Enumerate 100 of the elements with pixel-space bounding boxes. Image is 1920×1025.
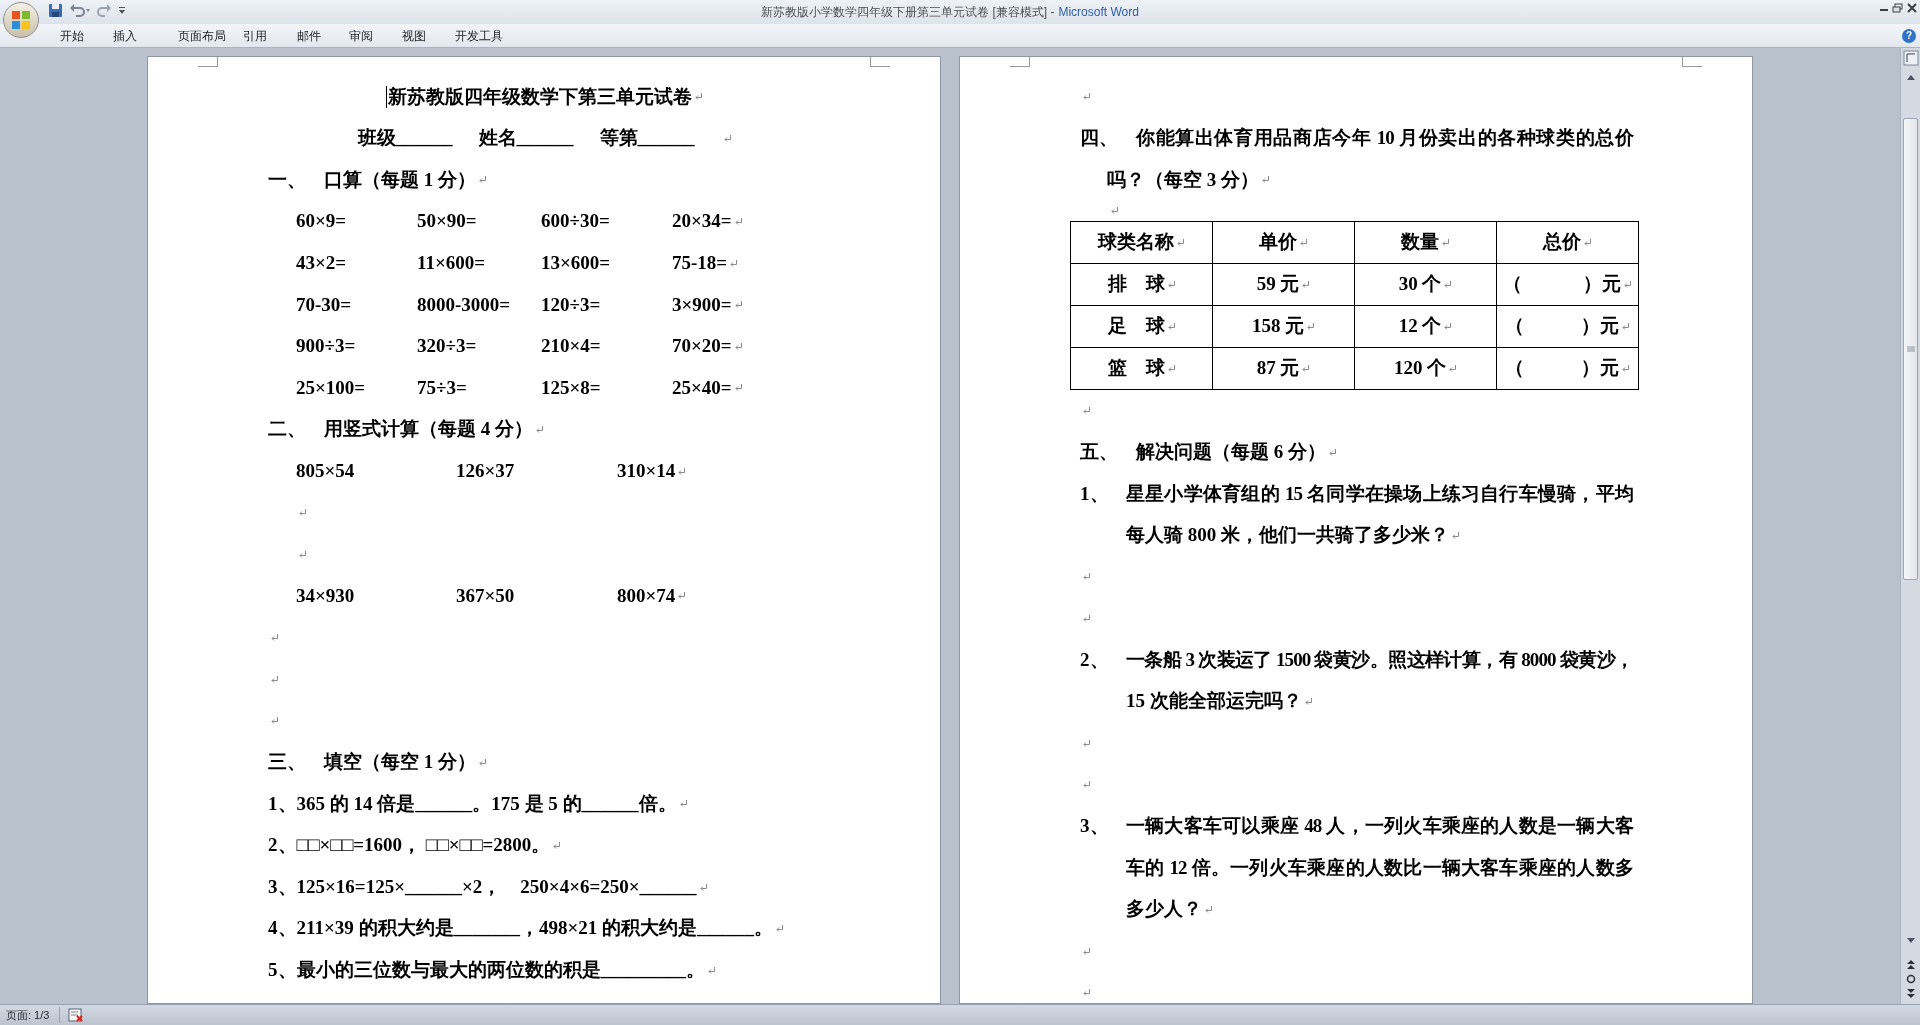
ribbon-tab[interactable]: 插入	[111, 26, 176, 45]
next-page-icon[interactable]	[1905, 988, 1916, 1000]
table-cell: 足 球	[1071, 305, 1213, 348]
paragraph-mark-icon	[1306, 321, 1316, 331]
ribbon-tab[interactable]: 开发工具	[453, 26, 533, 45]
paragraph-mark-icon	[1166, 279, 1176, 289]
restore-icon[interactable]	[1892, 3, 1904, 13]
browse-object-icon[interactable]	[1905, 974, 1916, 984]
paragraph-mark-icon	[1583, 237, 1592, 247]
section-heading: 口算（每题 1 分）	[324, 167, 476, 192]
paragraph-mark-icon	[1303, 697, 1313, 707]
question-text: 15 次能全部运完吗？	[1126, 689, 1302, 714]
math-problem: 60×9=	[296, 209, 347, 234]
section-number: 二、	[268, 417, 307, 442]
paragraph-mark-icon	[1621, 321, 1630, 331]
math-problem: 3×900=	[672, 292, 732, 317]
paragraph-mark-icon	[1082, 946, 1091, 956]
math-problem: 120÷3=	[541, 292, 601, 317]
math-problem: 805×54	[296, 458, 355, 483]
paragraph-mark-icon	[1299, 237, 1308, 247]
paragraph-mark-icon	[729, 258, 739, 268]
question-number: 2、	[1080, 647, 1110, 672]
paragraph-mark-icon	[1176, 237, 1185, 247]
paragraph-mark-icon	[677, 466, 687, 476]
paragraph-mark-icon	[1451, 530, 1460, 540]
math-problem: 20×34=	[672, 209, 732, 234]
close-icon[interactable]	[1906, 3, 1918, 13]
math-problem: 13×600=	[541, 250, 611, 275]
paragraph-mark-icon	[1166, 363, 1176, 373]
question-text: 一条船 3 次装运了 1500 袋黄沙。照这样计算，有 8000 袋黄沙，	[1126, 647, 1633, 672]
table-cell: 158 元	[1213, 305, 1355, 348]
scroll-thumb[interactable]	[1903, 118, 1918, 580]
page-count[interactable]: 页面: 1/3	[0, 1006, 61, 1024]
previous-page-icon[interactable]	[1905, 958, 1916, 970]
table-cell: 篮 球	[1071, 347, 1213, 390]
paragraph-mark-icon	[1301, 363, 1311, 373]
paragraph-mark-icon	[1441, 237, 1450, 247]
undo-icon[interactable]	[69, 3, 91, 18]
math-problem: 125×8=	[541, 375, 601, 400]
math-problem: 75-18=	[672, 250, 728, 275]
section-number: 一、	[268, 167, 307, 192]
field-label: 姓名______	[478, 126, 574, 151]
help-button[interactable]: ?	[1902, 29, 1916, 43]
paragraph-mark-icon	[270, 674, 279, 684]
question-text: 1、365 的 14 倍是______。175 是 5 的______倍。	[268, 791, 677, 816]
office-button[interactable]	[3, 2, 39, 38]
section-heading: 你能算出体育用品商店今年 10 月份卖出的各种球类的总价	[1136, 126, 1633, 151]
app-name: Microsoft Word	[1058, 4, 1139, 21]
paragraph-mark-icon	[1082, 92, 1091, 102]
paragraph-mark-icon	[1082, 988, 1091, 998]
ribbon-tab[interactable]: 视图	[400, 26, 453, 45]
table-cell: 球类名称	[1071, 221, 1213, 264]
math-problem: 600÷30=	[541, 209, 610, 234]
table-cell: 排 球	[1071, 263, 1213, 306]
ribbon-tab[interactable]: 邮件	[295, 26, 347, 45]
ribbon-tab[interactable]: 页面布局	[176, 26, 241, 45]
table-cell: 数量	[1355, 221, 1497, 264]
question-text: 多少人？	[1126, 897, 1202, 922]
paragraph-mark-icon	[1623, 279, 1633, 289]
paragraph-mark-icon	[1448, 363, 1458, 373]
question-text: 2、□□×□□=1600， □□×□□=2800。	[268, 833, 551, 858]
table-cell: 单价	[1213, 221, 1355, 264]
proofing-icon[interactable]	[68, 1008, 85, 1022]
paragraph-mark-icon	[722, 133, 732, 143]
vertical-scrollbar[interactable]	[1900, 48, 1920, 1004]
paragraph-mark-icon	[298, 508, 307, 518]
math-problem: 25×100=	[296, 375, 366, 400]
question-text: 一辆大客车可以乘座 48 人，一列火车乘座的人数是一辆大客	[1126, 814, 1633, 839]
paragraph-mark-icon	[775, 924, 785, 934]
question-text: 3、125×16=125×______×2， 250×4×6=250×______	[268, 874, 697, 899]
office-logo	[10, 9, 32, 31]
paragraph-mark-icon	[733, 217, 743, 227]
text-cursor	[386, 85, 387, 108]
math-problem: 8000-3000=	[417, 292, 511, 317]
section-number: 四、	[1080, 126, 1119, 151]
ribbon-tab[interactable]: 开始	[58, 26, 111, 45]
ribbon-tab[interactable]: 引用	[241, 26, 295, 45]
paragraph-mark-icon	[1082, 780, 1091, 790]
ruler-toggle-icon[interactable]	[1902, 50, 1919, 66]
question-text: 星星小学体育组的 15 名同学在操场上练习自行车慢骑，平均	[1126, 481, 1633, 506]
math-problem: 210×4=	[541, 334, 601, 359]
save-icon[interactable]	[48, 3, 63, 18]
paragraph-mark-icon	[733, 300, 743, 310]
math-problem: 70×20=	[672, 334, 732, 359]
table-cell: 59 元	[1213, 263, 1355, 306]
math-problem: 34×930	[296, 583, 355, 608]
section-heading: 解决问题（每题 6 分）	[1136, 439, 1326, 464]
paragraph-mark-icon	[1204, 905, 1213, 915]
customize-toolbar-icon[interactable]	[118, 5, 126, 16]
paragraph-mark-icon	[1621, 363, 1630, 373]
math-problem: 126×37	[456, 458, 515, 483]
paragraph-mark-icon	[1261, 175, 1270, 185]
table-cell: （ ）元	[1497, 305, 1639, 348]
section-number: 三、	[268, 750, 307, 775]
paragraph-mark-icon	[1166, 321, 1176, 331]
question-text: 5、最小的三位数与最大的两位数的积是_________。	[268, 958, 705, 982]
question-number: 3、	[1080, 814, 1110, 839]
ribbon-tab[interactable]: 审阅	[347, 26, 400, 45]
table-cell: 120 个	[1355, 347, 1497, 390]
math-problem: 75÷3=	[417, 375, 467, 400]
